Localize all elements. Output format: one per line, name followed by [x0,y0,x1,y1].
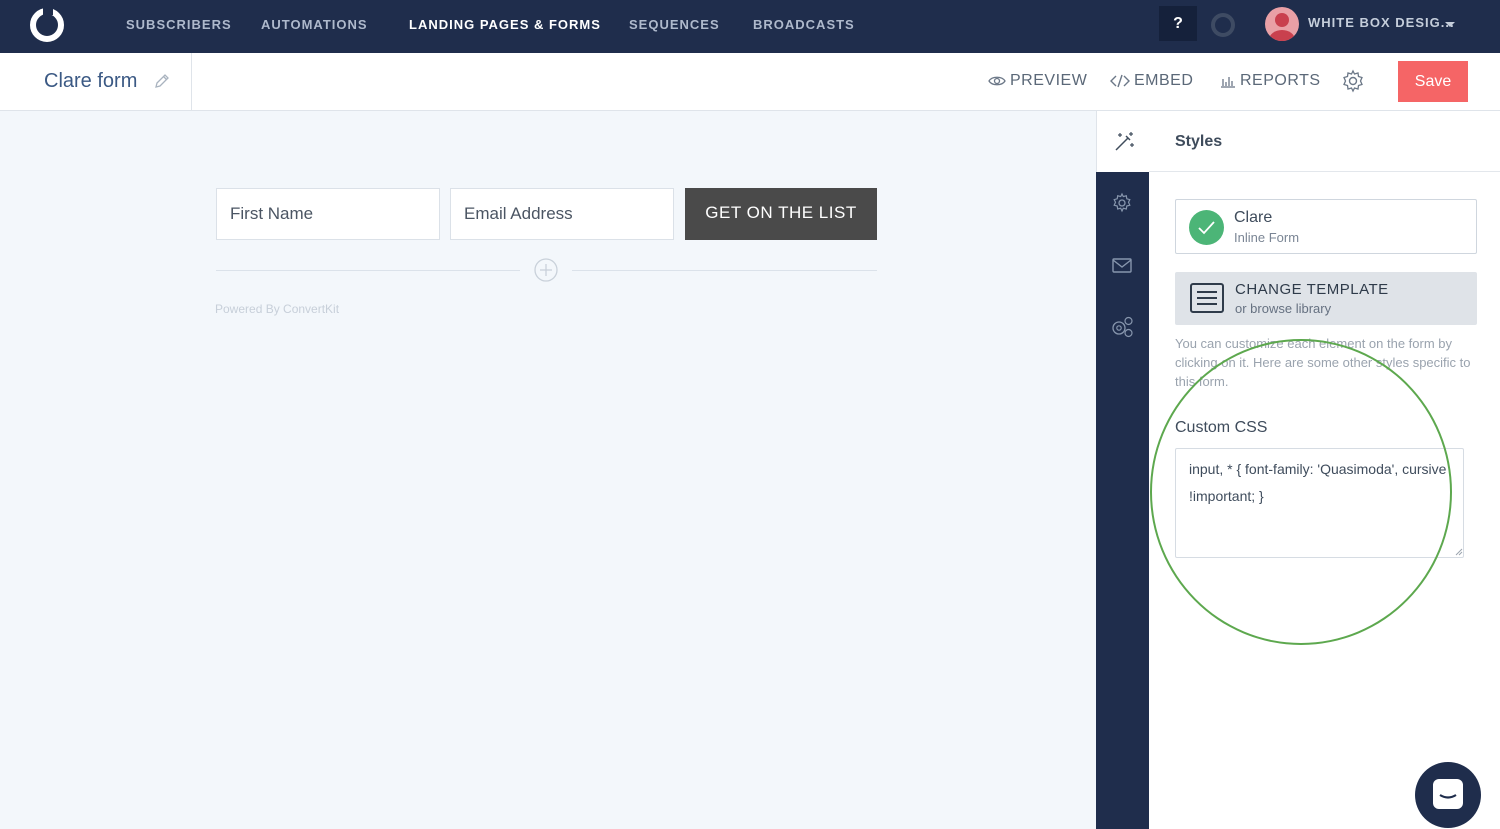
custom-css-label: Custom CSS [1175,419,1268,436]
change-template-button[interactable]: CHANGE TEMPLATE or browse library [1175,272,1477,325]
code-icon [1110,74,1130,88]
nav-item-broadcasts[interactable]: BROADCASTS [753,17,855,32]
top-navigation: SUBSCRIBERS AUTOMATIONS LANDING PAGES & … [0,0,1500,53]
custom-css-input[interactable]: input, * { font-family: 'Quasimoda', cur… [1175,448,1464,558]
chevron-down-icon[interactable] [1445,22,1455,27]
gear-icon[interactable] [1110,191,1134,215]
browse-library-label: or browse library [1235,301,1332,316]
first-name-field[interactable]: First Name [216,188,440,240]
advanced-settings-icon[interactable] [1110,315,1134,339]
eye-icon [988,76,1006,86]
account-menu[interactable]: WHITE BOX DESIG... [1308,15,1455,30]
embed-button[interactable]: EMBED [1110,72,1193,90]
magic-wand-icon [1115,132,1134,151]
panel-title: Styles [1175,133,1223,150]
preview-button[interactable]: PREVIEW [988,72,1087,90]
convertkit-logo[interactable] [27,5,67,45]
powered-by-text[interactable]: Powered By ConvertKit [215,302,339,316]
chat-launcher[interactable] [1415,762,1481,828]
email-field[interactable]: Email Address [450,188,674,240]
reports-button[interactable]: REPORTS [1220,72,1321,90]
change-template-label: CHANGE TEMPLATE [1235,281,1389,298]
template-name: Clare [1234,209,1273,226]
panel-header: Styles [1149,111,1500,172]
divider-right [572,270,877,271]
loading-spinner-icon [1211,13,1235,37]
nav-item-automations[interactable]: AUTOMATIONS [261,17,368,32]
form-canvas: First Name Email Address GET ON THE LIST… [0,111,1096,829]
pencil-icon[interactable] [153,72,171,90]
settings-rail [1096,111,1149,829]
embed-label: EMBED [1134,72,1194,89]
template-type: Inline Form [1234,230,1300,245]
nav-item-sequences[interactable]: SEQUENCES [629,17,720,32]
avatar[interactable] [1265,7,1299,41]
add-element-icon[interactable] [534,258,558,282]
divider-left [216,270,520,271]
form-title[interactable]: Clare form [44,70,137,93]
styles-panel: Styles Clare Inline Form CHANGE TEMPLATE… [1149,111,1500,829]
nav-item-subscribers[interactable]: SUBSCRIBERS [126,17,232,32]
rail-styles-tab[interactable] [1096,111,1149,172]
bar-chart-icon [1221,77,1235,88]
styles-help-text: You can customize each element on the fo… [1175,336,1471,389]
template-icon [1190,283,1224,313]
reports-label: REPORTS [1240,72,1321,89]
save-button[interactable]: Save [1398,61,1468,102]
editor-toolbar: Clare form PREVIEW EMBED REPORTS Save [0,53,1500,111]
gear-icon[interactable] [1341,69,1365,93]
envelope-icon[interactable] [1110,253,1134,277]
nav-item-landing-pages-forms[interactable]: LANDING PAGES & FORMS [409,17,601,32]
resize-handle-icon[interactable] [1455,548,1463,556]
user-avatar-icon [1269,13,1295,41]
current-template-card: Clare Inline Form [1175,199,1477,254]
subscribe-button[interactable]: GET ON THE LIST [685,188,877,240]
help-button[interactable]: ? [1159,6,1197,41]
form-title-area: Clare form [0,53,192,110]
checkmark-icon [1189,210,1224,245]
chat-icon [1433,779,1463,809]
preview-label: PREVIEW [1010,72,1088,89]
